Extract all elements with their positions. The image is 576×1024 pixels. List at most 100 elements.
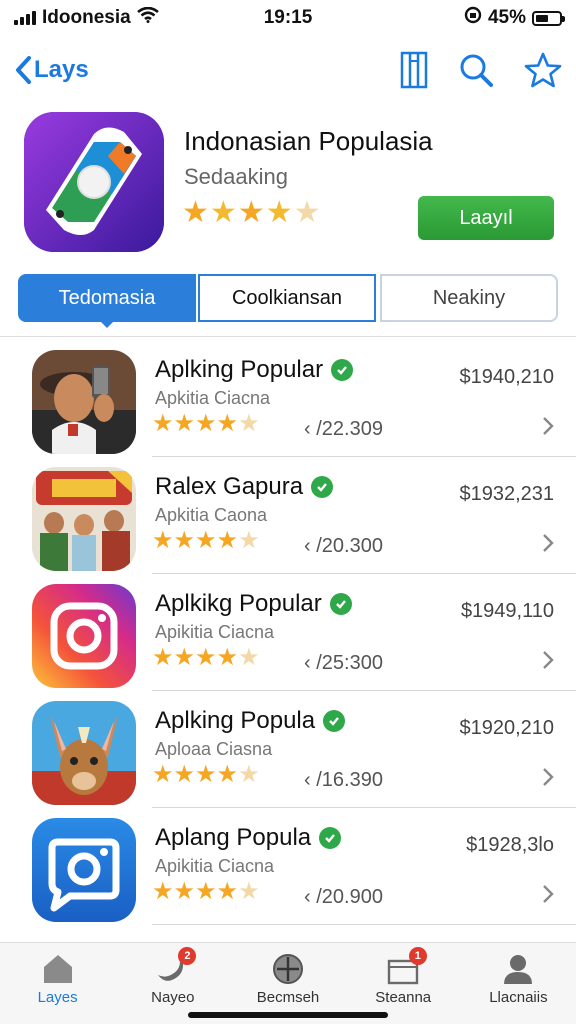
get-button[interactable]: Laayıl <box>418 196 554 240</box>
star-empty-icon: ★ <box>238 878 260 905</box>
segment-tedomasia[interactable]: Tedomasia <box>18 274 196 328</box>
rating-count: ‹ /20.900 <box>304 886 383 909</box>
list-item[interactable]: Aplking Popula Aploaa Ciasna ★ ★ ★ ★ ★ ‹ /16… <box>32 691 576 808</box>
tab-label: Becmseh <box>256 989 320 1006</box>
app-subtitle: Sedaaking <box>184 164 288 189</box>
app-title: Indonasian Populasia <box>184 126 433 156</box>
star-full-icon: ★ <box>195 644 217 671</box>
segmented-control: Tedomasia Coolkiansan Neakiny <box>18 274 558 328</box>
signal-icon <box>14 11 36 25</box>
notification-badge: 2 <box>178 947 197 965</box>
selfie-photo-icon <box>32 350 136 454</box>
star-full-icon: ★ <box>173 878 196 905</box>
rating-stars: ★ ★ ★ ★ ★ <box>152 880 260 904</box>
star-full-icon: ★ <box>152 761 174 788</box>
back-label: Lays <box>34 56 89 83</box>
app-name: Aplking Popular <box>155 356 354 384</box>
star-empty-icon: ★ <box>293 196 321 229</box>
app-name-text: Aplang Popula <box>155 824 312 851</box>
bookmark-icon[interactable] <box>400 51 428 89</box>
rating-stars: ★ ★ ★ ★ ★ <box>152 763 260 787</box>
search-icon[interactable] <box>458 52 494 88</box>
star-empty-icon: ★ <box>238 410 260 437</box>
star-full-icon: ★ <box>216 410 239 437</box>
star-full-icon: ★ <box>173 644 196 671</box>
star-full-icon: ★ <box>216 527 239 554</box>
chevron-left-small-icon: ‹ <box>304 652 317 674</box>
star-full-icon: ★ <box>152 644 174 671</box>
compass-app-icon[interactable] <box>24 112 164 252</box>
list-item[interactable]: Aplkikg Popular Apikitia Ciacna ★ ★ ★ ★ ★ ‹ … <box>32 574 576 691</box>
tab-bar: Layes 2 Nayeo Becmseh 1 Steanna Llacnaii… <box>0 942 576 1024</box>
person-icon <box>504 955 533 984</box>
rating-count-text: /20.900 <box>316 886 383 908</box>
star-empty-icon: ★ <box>238 644 260 671</box>
price-label: $1928,3lo <box>466 834 554 856</box>
segment-coolkiansan[interactable]: Coolkiansan <box>198 274 376 322</box>
kangaroo-icon <box>32 701 136 805</box>
app-name-text: Aplkikg Popular <box>155 590 322 617</box>
back-button[interactable]: Lays <box>14 55 89 85</box>
tab-layes[interactable]: Layes <box>0 943 115 1024</box>
home-indicator <box>188 1012 388 1018</box>
star-full-icon: ★ <box>173 527 196 554</box>
tab-label: Layes <box>37 989 78 1006</box>
rating-stars: ★ ★ ★ ★ ★ <box>152 529 260 553</box>
star-full-icon: ★ <box>173 410 196 437</box>
developer-name: Apkitia Ciacna <box>155 388 271 408</box>
star-empty-icon: ★ <box>238 761 260 788</box>
home-icon <box>43 955 72 983</box>
verified-check-icon <box>311 476 334 498</box>
star-full-icon: ★ <box>152 410 174 437</box>
app-name: Aplang Popula <box>155 824 342 852</box>
tab-label: Llacnaiis <box>489 989 548 1006</box>
nav-bar: Lays <box>0 40 576 100</box>
rating-count-text: /25:300 <box>316 652 383 674</box>
rotation-lock-icon <box>464 6 482 30</box>
rating-stars: ★ ★ ★ ★ ★ <box>152 646 260 670</box>
carrier-label: Idoonesia <box>42 7 131 28</box>
developer-name: Apikitia Ciacna <box>155 622 275 642</box>
app-name: Aplkikg Popular <box>155 590 352 618</box>
featured-app-header: Indonasian Populasia Sedaaking ★ ★ ★ ★ ★… <box>24 112 554 252</box>
app-name-text: Aplking Popula <box>155 707 316 734</box>
verified-check-icon <box>329 593 352 615</box>
list-item[interactable]: Ralex Gapura Apkitia Caona ★ ★ ★ ★ ★ ‹ /20.3… <box>32 457 576 574</box>
star-icon[interactable] <box>524 52 562 88</box>
chevron-left-small-icon: ‹ <box>304 535 317 557</box>
battery-icon <box>532 10 565 26</box>
status-time: 19:15 <box>263 7 313 28</box>
star-full-icon: ★ <box>216 644 239 671</box>
segment-neakiny[interactable]: Neakiny <box>380 274 558 322</box>
price-label: $1932,231 <box>459 483 554 505</box>
rating-stars: ★ ★ ★ ★ ★ <box>152 412 260 436</box>
app-name: Aplking Popula <box>155 707 346 735</box>
tab-llacnaiis[interactable]: Llacnaiis <box>461 943 576 1024</box>
rating-count: ‹ /25:300 <box>304 652 383 675</box>
star-full-icon: ★ <box>173 761 196 788</box>
star-full-icon: ★ <box>195 878 217 905</box>
status-bar: Idoonesia 19:15 45% <box>0 0 576 36</box>
star-full-icon: ★ <box>209 196 237 229</box>
list-item[interactable]: Aplking Popular Apkitia Ciacna ★ ★ ★ ★ ★ ‹ /… <box>32 340 576 457</box>
chevron-left-small-icon: ‹ <box>304 769 317 791</box>
app-rating-stars: ★ ★ ★ ★ ★ <box>182 198 321 228</box>
star-full-icon: ★ <box>265 196 293 229</box>
app-name-text: Aplking Popular <box>155 356 324 383</box>
price-label: $1940,210 <box>459 366 554 388</box>
star-full-icon: ★ <box>152 878 174 905</box>
divider <box>0 336 576 337</box>
chevron-right-icon <box>542 767 554 792</box>
star-full-icon: ★ <box>195 761 217 788</box>
rating-count: ‹ /16.390 <box>304 769 383 792</box>
chat-camera-icon <box>32 818 136 922</box>
chevron-left-icon <box>16 56 31 84</box>
notification-badge: 1 <box>408 947 427 965</box>
rating-count-text: /20.300 <box>316 535 383 557</box>
star-full-icon: ★ <box>195 410 217 437</box>
developer-name: Aploaa Ciasna <box>155 739 273 759</box>
chevron-left-small-icon: ‹ <box>304 418 317 440</box>
list-item[interactable]: Aplang Popula Apikitia Ciacna ★ ★ ★ ★ ★ ‹ /2… <box>32 808 576 925</box>
rating-count-text: /16.390 <box>316 769 383 791</box>
wifi-icon <box>136 6 159 29</box>
